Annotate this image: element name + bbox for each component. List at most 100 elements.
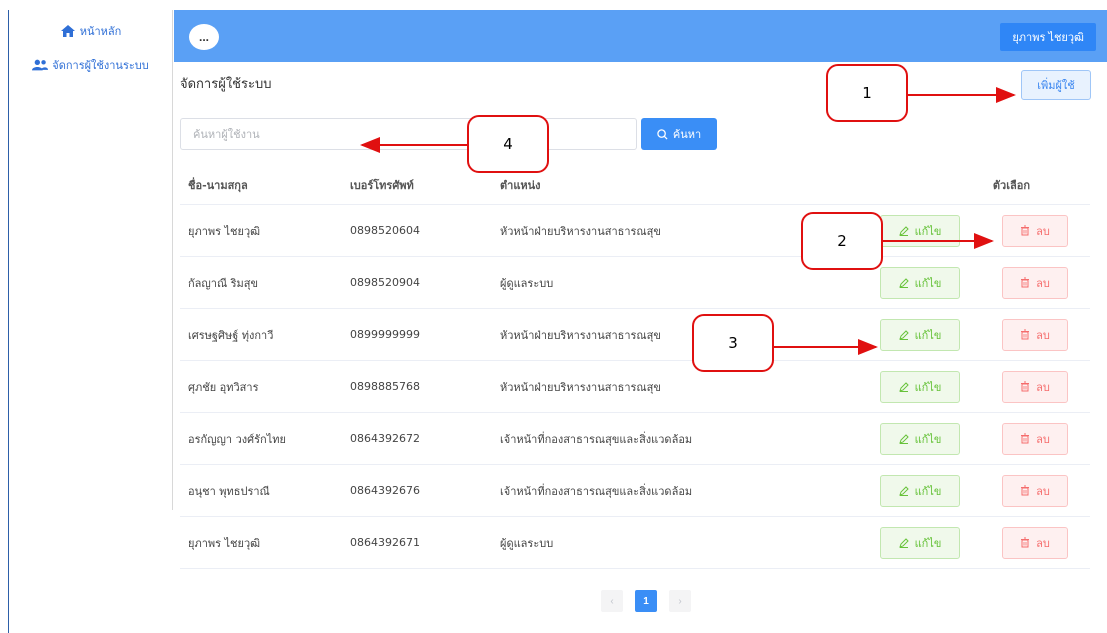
cell-phone: 0898520904 — [350, 276, 420, 289]
table-row: อรกัญญา วงศ์รักไทย 0864392672 เจ้าหน้าที่ก… — [180, 413, 1090, 465]
trash-icon — [1021, 381, 1030, 392]
table-row: อนุชา พุทธปราณี 0864392676 เจ้าหน้าที่กองส… — [180, 465, 1090, 517]
cell-position: เจ้าหน้าที่กองสาธารณสุขและสิ่งแวดล้อม — [500, 484, 693, 498]
cell-position: หัวหน้าฝ่ายบริหารงานสาธารณสุข — [500, 328, 661, 342]
more-menu-button[interactable]: ... — [189, 24, 219, 50]
cell-name: ศุภชัย อุทวิสาร — [188, 380, 259, 394]
trash-icon — [1021, 225, 1030, 236]
page-title: จัดการผู้ใช้ระบบ — [180, 77, 272, 92]
edit-button[interactable]: แก้ไข — [880, 526, 960, 559]
pagination: ‹ 1 › — [601, 590, 691, 612]
callout-2: 2 — [801, 212, 883, 270]
users-table: ชื่อ-นามสกุล เบอร์โทรศัพท์ ตำแหน่ง ตัวเล… — [180, 165, 1090, 569]
delete-button[interactable]: ลบ — [1002, 526, 1068, 559]
edit-button[interactable]: แก้ไข — [880, 370, 960, 403]
edit-button[interactable]: แก้ไข — [880, 318, 960, 351]
pencil-icon — [898, 225, 909, 236]
edit-button[interactable]: แก้ไข — [880, 422, 960, 455]
delete-button-label: ลบ — [1036, 225, 1050, 238]
edit-button[interactable]: แก้ไข — [880, 214, 960, 247]
sidebar-item-label: จัดการผู้ใช้งานระบบ — [52, 59, 149, 72]
top-header: ... ยุภาพร ไชยวุฒิ — [174, 10, 1107, 62]
cell-options: แก้ไข ลบ — [874, 370, 1090, 403]
cell-position: หัวหน้าฝ่ายบริหารงานสาธารณสุข — [500, 380, 661, 394]
cell-name: เศรษฐศิษฐ์ ทุ่งกาวี — [188, 328, 274, 342]
delete-button-label: ลบ — [1036, 381, 1050, 394]
add-user-button[interactable]: เพิ่มผู้ใช้ — [1021, 70, 1091, 100]
pencil-icon — [898, 381, 909, 392]
cell-options: แก้ไข ลบ — [874, 474, 1090, 507]
table-row: ยุภาพร ไชยวุฒิ 0864392671 ผู้ดูแลระบบ แก้ไข… — [180, 517, 1090, 569]
search-button-label: ค้นหา — [672, 129, 702, 141]
cell-phone: 0864392672 — [350, 432, 420, 445]
page-1-button[interactable]: 1 — [635, 590, 657, 612]
search-button[interactable]: ค้นหา — [641, 118, 717, 150]
cell-phone: 0864392676 — [350, 484, 420, 497]
trash-icon — [1021, 485, 1030, 496]
edit-button[interactable]: แก้ไข — [880, 474, 960, 507]
column-header-options: ตัวเลือก — [992, 178, 1030, 192]
cell-options: แก้ไข ลบ — [874, 318, 1090, 351]
column-header-name: ชื่อ-นามสกุล — [188, 178, 248, 192]
column-header-phone: เบอร์โทรศัพท์ — [350, 178, 414, 192]
cell-name: อนุชา พุทธปราณี — [188, 484, 270, 498]
search-input[interactable] — [180, 118, 637, 150]
edit-button-label: แก้ไข — [914, 225, 942, 238]
pencil-icon — [898, 537, 909, 548]
column-header-position: ตำแหน่ง — [500, 178, 541, 192]
callout-4: 4 — [467, 115, 549, 173]
next-page-button[interactable]: › — [669, 590, 691, 612]
cell-options: แก้ไข ลบ — [874, 526, 1090, 559]
delete-button-label: ลบ — [1036, 329, 1050, 342]
cell-position: ผู้ดูแลระบบ — [500, 276, 554, 290]
delete-button[interactable]: ลบ — [1002, 422, 1068, 455]
table-row: ศุภชัย อุทวิสาร 0898885768 หัวหน้าฝ่ายบริห… — [180, 361, 1090, 413]
edit-button[interactable]: แก้ไข — [880, 266, 960, 299]
delete-button-label: ลบ — [1036, 277, 1050, 290]
sidebar: หน้าหลัก จัดการผู้ใช้งานระบบ — [9, 10, 173, 510]
search-icon — [657, 128, 668, 140]
cell-name: กัลญาณี ริมสุข — [188, 276, 259, 290]
table-header: ชื่อ-นามสกุล เบอร์โทรศัพท์ ตำแหน่ง ตัวเล… — [180, 165, 1090, 205]
delete-button[interactable]: ลบ — [1002, 266, 1068, 299]
table-row: เศรษฐศิษฐ์ ทุ่งกาวี 0899999999 หัวหน้าฝ่าย… — [180, 309, 1090, 361]
prev-page-button[interactable]: ‹ — [601, 590, 623, 612]
cell-phone: 0864392671 — [350, 536, 420, 549]
sidebar-item-home[interactable]: หน้าหลัก — [9, 14, 172, 48]
cell-name: ยุภาพร ไชยวุฒิ — [188, 536, 261, 550]
pencil-icon — [898, 329, 909, 340]
trash-icon — [1021, 329, 1030, 340]
sidebar-item-user-management[interactable]: จัดการผู้ใช้งานระบบ — [9, 48, 172, 82]
delete-button[interactable]: ลบ — [1002, 318, 1068, 351]
edit-button-label: แก้ไข — [914, 485, 942, 498]
delete-button-label: ลบ — [1036, 537, 1050, 550]
delete-button-label: ลบ — [1036, 485, 1050, 498]
table-row: กัลญาณี ริมสุข 0898520904 ผู้ดูแลระบบ แก้ไข… — [180, 257, 1090, 309]
pencil-icon — [898, 485, 909, 496]
sidebar-item-label: หน้าหลัก — [79, 25, 122, 38]
delete-button[interactable]: ลบ — [1002, 370, 1068, 403]
trash-icon — [1021, 537, 1030, 548]
table-row: ยุภาพร ไชยวุฒิ 0898520604 หัวหน้าฝ่ายบริหา… — [180, 205, 1090, 257]
cell-phone: 0899999999 — [350, 328, 420, 341]
cell-position: เจ้าหน้าที่กองสาธารณสุขและสิ่งแวดล้อม — [500, 432, 693, 446]
pencil-icon — [898, 277, 909, 288]
callout-3: 3 — [692, 314, 774, 372]
home-icon — [60, 25, 75, 37]
edit-button-label: แก้ไข — [914, 277, 942, 290]
callout-1: 1 — [826, 64, 908, 122]
edit-button-label: แก้ไข — [914, 381, 942, 394]
delete-button-label: ลบ — [1036, 433, 1050, 446]
cell-options: แก้ไข ลบ — [874, 422, 1090, 455]
pencil-icon — [898, 433, 909, 444]
delete-button[interactable]: ลบ — [1002, 214, 1068, 247]
cell-options: แก้ไข ลบ — [874, 266, 1090, 299]
trash-icon — [1021, 433, 1030, 444]
cell-name: ยุภาพร ไชยวุฒิ — [188, 224, 261, 238]
users-icon — [32, 59, 49, 71]
edit-button-label: แก้ไข — [914, 433, 942, 446]
cell-phone: 0898885768 — [350, 380, 420, 393]
user-menu-button[interactable]: ยุภาพร ไชยวุฒิ — [1000, 23, 1096, 51]
delete-button[interactable]: ลบ — [1002, 474, 1068, 507]
edit-button-label: แก้ไข — [914, 329, 942, 342]
